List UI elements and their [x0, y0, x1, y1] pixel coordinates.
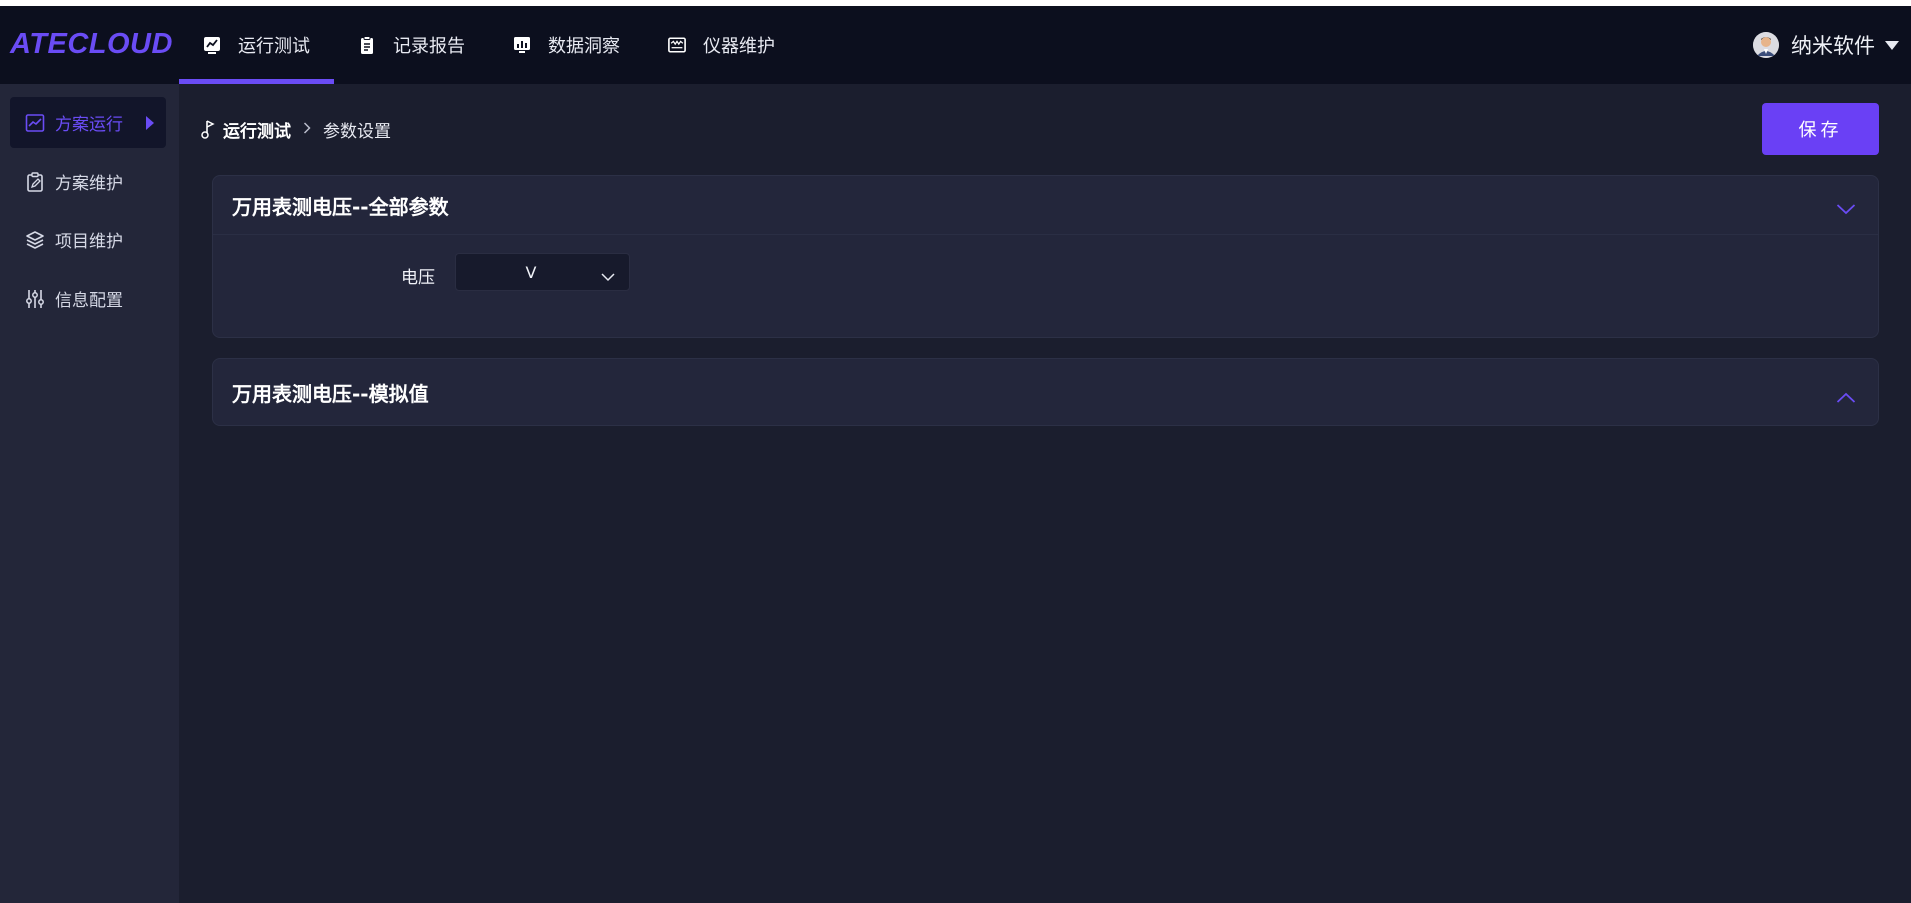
sidebar-item-project-maintenance[interactable]: 项目维护 — [10, 214, 166, 265]
caret-right-icon — [146, 116, 154, 130]
clipboard-edit-icon — [25, 171, 45, 192]
chevron-down-icon[interactable] — [1836, 198, 1856, 215]
main-nav: 运行测试 记录报告 数据洞察 仪器维护 — [179, 6, 799, 84]
layers-icon — [25, 230, 45, 250]
nav-item-label: 仪器维护 — [703, 36, 775, 57]
voltage-unit-select[interactable]: V — [455, 253, 630, 291]
select-value: V — [525, 263, 537, 282]
panel-body: 电压 V — [213, 234, 1878, 337]
app-logo: ATECLOUD — [10, 28, 173, 60]
chevron-down-icon — [1885, 40, 1899, 50]
breadcrumb-current: 参数设置 — [323, 121, 391, 142]
chart-screen-icon — [203, 36, 221, 54]
chevron-down-icon — [601, 267, 615, 282]
param-panel-simulated-value: 万用表测电压--模拟值 — [212, 358, 1879, 426]
chevron-up-icon[interactable] — [1836, 385, 1856, 403]
breadcrumb-home-link[interactable]: 运行测试 — [223, 117, 291, 142]
home-flag-icon — [199, 119, 217, 139]
sidebar-item-plan-run[interactable]: 方案运行 — [10, 97, 166, 148]
bar-chart-icon — [513, 36, 531, 54]
sidebar: 方案运行 方案维护 项目维护 信息配置 — [0, 84, 179, 903]
sidebar-item-label: 方案运行 — [55, 115, 123, 135]
voltage-label: 电压 — [401, 268, 435, 288]
sliders-icon — [25, 289, 45, 309]
nav-item-label: 运行测试 — [238, 36, 310, 57]
panel-header[interactable]: 万用表测电压--模拟值 — [213, 359, 1878, 425]
line-chart-icon — [25, 113, 45, 133]
nav-item-record-report[interactable]: 记录报告 — [334, 6, 489, 84]
avatar — [1753, 32, 1779, 58]
panel-title: 万用表测电压--全部参数 — [232, 194, 449, 219]
top-navbar: ATECLOUD 运行测试 记录报告 数据洞察 仪器维护 纳米软件 — [0, 6, 1911, 84]
chevron-right-icon — [303, 120, 311, 138]
panel-header[interactable]: 万用表测电压--全部参数 — [213, 176, 1878, 234]
sidebar-item-label: 项目维护 — [55, 232, 123, 252]
user-name: 纳米软件 — [1791, 34, 1875, 58]
nav-item-run-test[interactable]: 运行测试 — [179, 6, 334, 84]
sidebar-item-label: 信息配置 — [55, 291, 123, 311]
nav-item-instrument-maintenance[interactable]: 仪器维护 — [644, 6, 799, 84]
nav-item-data-insight[interactable]: 数据洞察 — [489, 6, 644, 84]
instrument-icon — [668, 36, 686, 54]
nav-item-label: 数据洞察 — [548, 36, 620, 57]
user-menu[interactable]: 纳米软件 — [1753, 6, 1899, 84]
breadcrumb: 运行测试 参数设置 — [199, 116, 391, 142]
save-button[interactable]: 保存 — [1762, 103, 1879, 155]
panel-title: 万用表测电压--模拟值 — [232, 381, 429, 406]
sidebar-item-plan-maintenance[interactable]: 方案维护 — [10, 156, 166, 207]
sidebar-item-label: 方案维护 — [55, 174, 123, 194]
clipboard-icon — [358, 36, 376, 54]
nav-item-label: 记录报告 — [393, 36, 465, 57]
sidebar-item-info-config[interactable]: 信息配置 — [10, 273, 166, 324]
param-panel-all-params: 万用表测电压--全部参数 电压 V — [212, 175, 1879, 338]
